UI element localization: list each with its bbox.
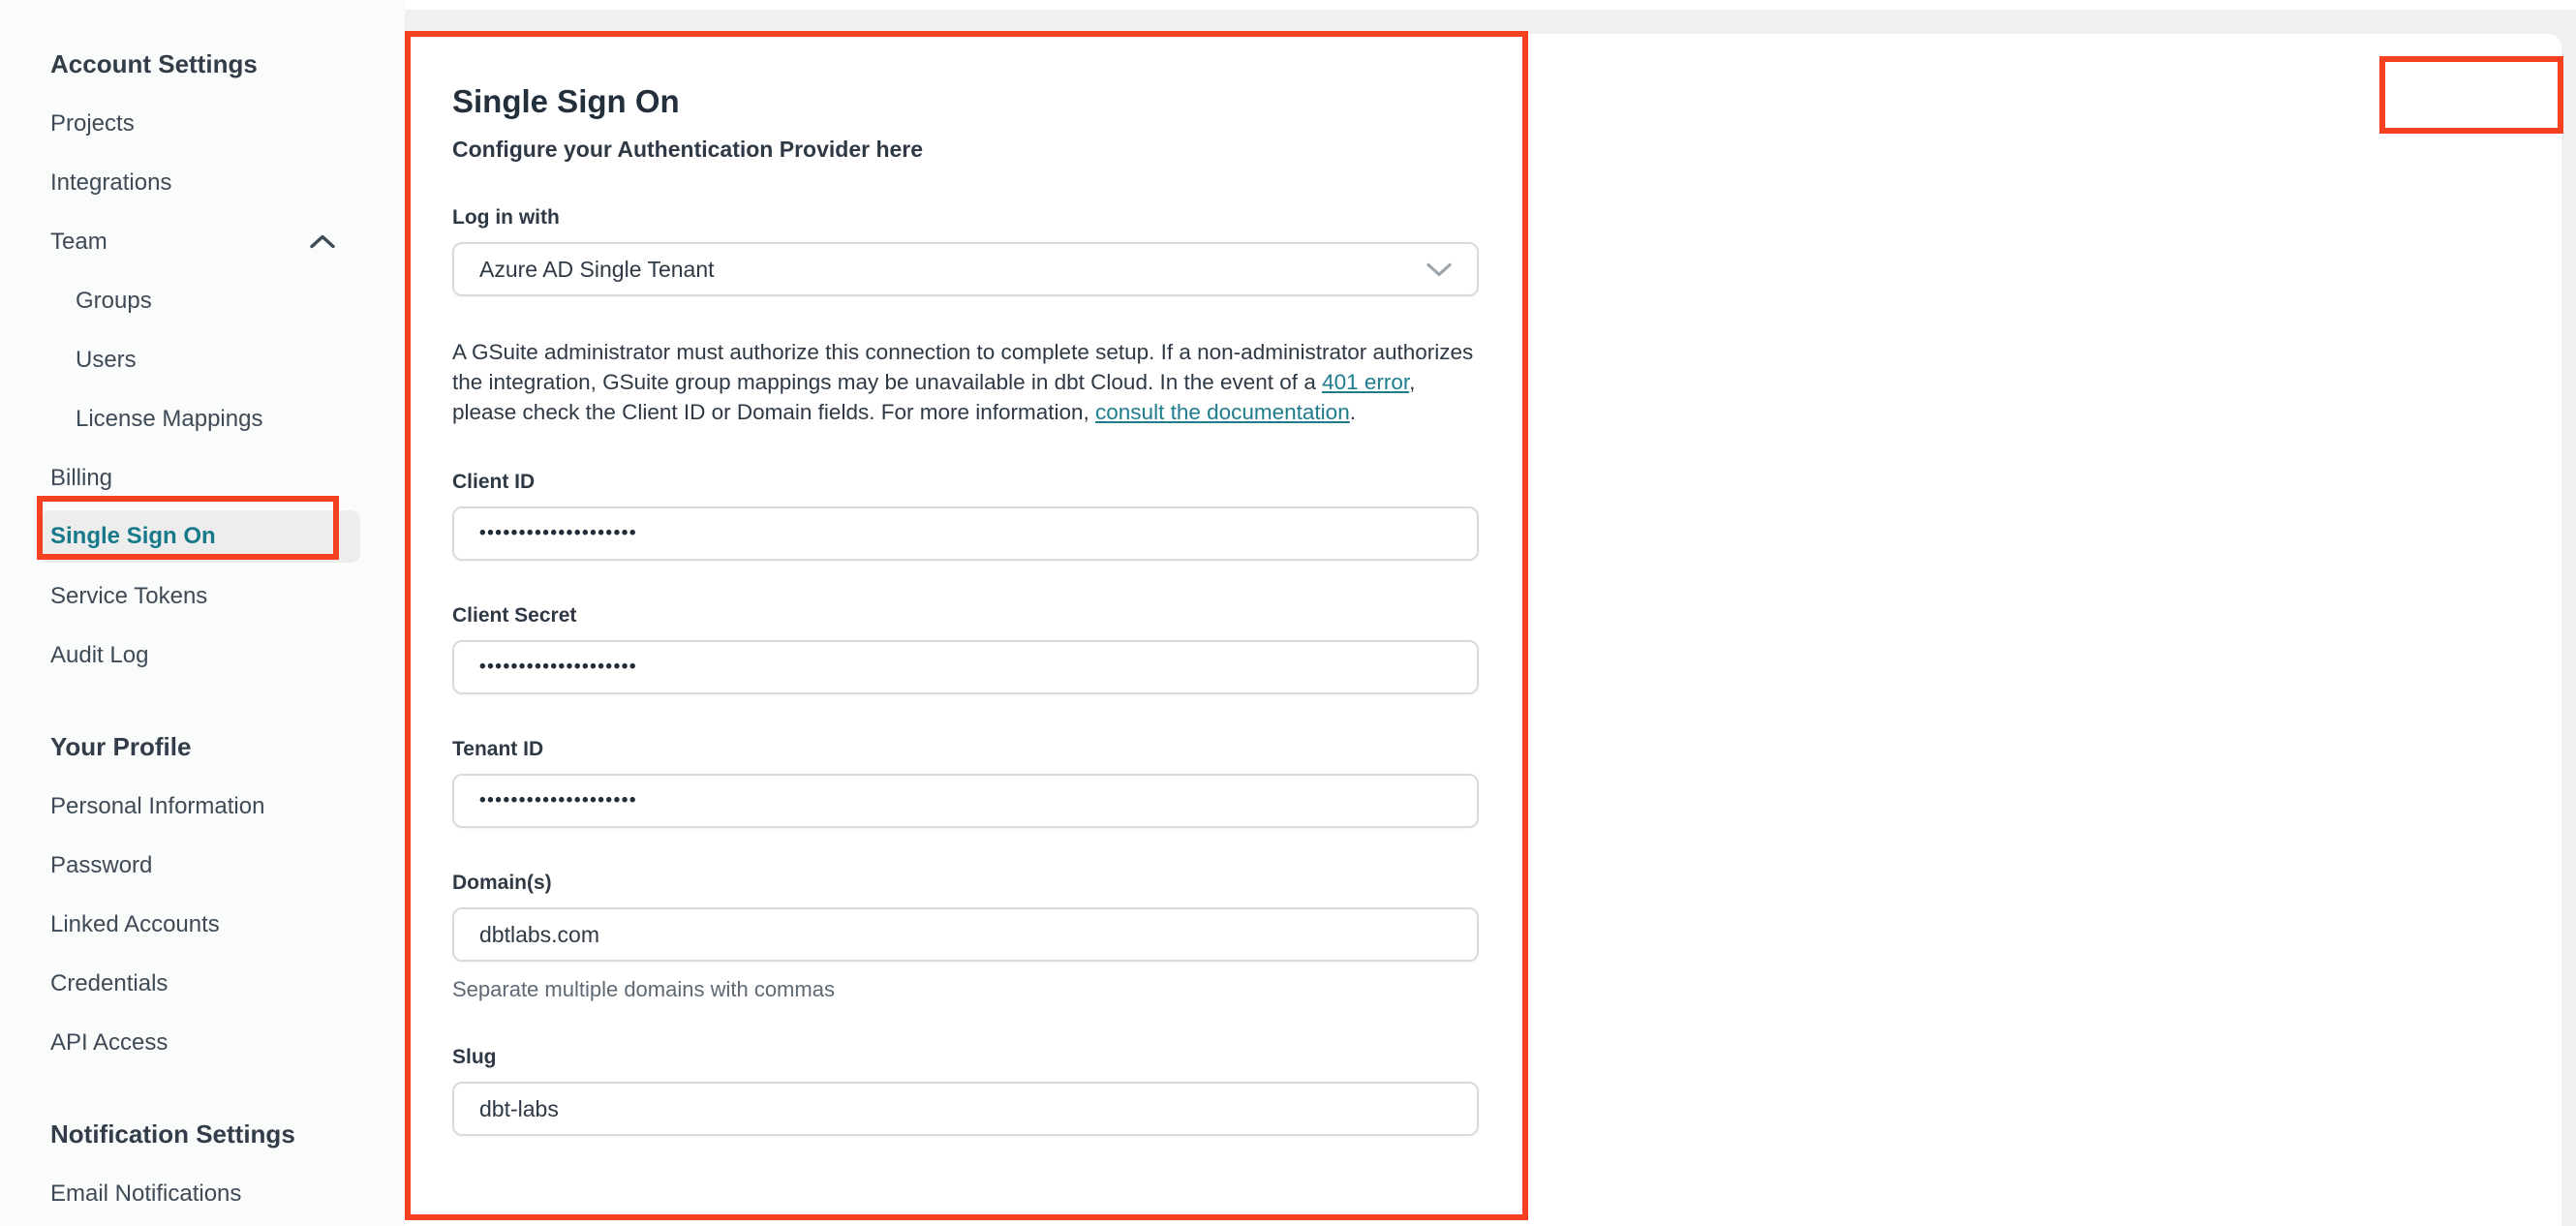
client-id-input[interactable]: •••••••••••••••••••• bbox=[452, 506, 1479, 561]
chevron-down-icon bbox=[1426, 262, 1452, 277]
login-with-select[interactable]: Azure AD Single Tenant bbox=[452, 242, 1479, 296]
sidebar-item-credentials[interactable]: Credentials bbox=[0, 954, 405, 1013]
client-id-value: •••••••••••••••••••• bbox=[479, 523, 638, 543]
slug-value: dbt-labs bbox=[479, 1095, 559, 1121]
settings-sidebar: Account Settings Projects Integrations Team… bbox=[0, 0, 405, 1226]
main-card: ✕ Cancel Save Single Sign On Configure y… bbox=[405, 34, 2561, 1226]
domains-helper-text: Separate multiple domains with commas bbox=[452, 977, 835, 1001]
sidebar-item-label: Audit Log bbox=[50, 641, 149, 668]
sidebar-item-label: Projects bbox=[50, 109, 135, 137]
link-consult-documentation[interactable]: consult the documentation bbox=[1095, 400, 1350, 424]
client-secret-label: Client Secret bbox=[452, 604, 577, 627]
sidebar-item-label: Credentials bbox=[50, 969, 169, 996]
sidebar-item-label: Personal Information bbox=[50, 792, 265, 819]
sidebar-section-your-profile: Your Profile bbox=[50, 732, 192, 761]
page-subtitle: Configure your Authentication Provider h… bbox=[452, 137, 924, 162]
sidebar-item-label: Email Notifications bbox=[50, 1180, 242, 1207]
sidebar-item-label: Service Tokens bbox=[50, 582, 208, 609]
slug-input[interactable]: dbt-labs bbox=[452, 1082, 1479, 1136]
client-secret-value: •••••••••••••••••••• bbox=[479, 657, 638, 677]
client-secret-input[interactable]: •••••••••••••••••••• bbox=[452, 640, 1479, 694]
sidebar-item-label: Groups bbox=[76, 287, 152, 314]
sidebar-item-label: API Access bbox=[50, 1028, 169, 1056]
sidebar-item-integrations[interactable]: Integrations bbox=[0, 153, 405, 212]
login-with-label: Log in with bbox=[452, 206, 560, 229]
tenant-id-value: •••••••••••••••••••• bbox=[479, 790, 638, 811]
sidebar-item-label: Integrations bbox=[50, 169, 172, 196]
sidebar-item-label: Team bbox=[50, 228, 107, 255]
sidebar-item-billing[interactable]: Billing bbox=[0, 448, 405, 507]
client-id-label: Client ID bbox=[452, 471, 536, 493]
sidebar-item-users[interactable]: Users bbox=[0, 330, 405, 389]
info-text: A GSuite administrator must authorize th… bbox=[452, 337, 1481, 427]
tenant-id-label: Tenant ID bbox=[452, 738, 544, 760]
sidebar-item-linked-accounts[interactable]: Linked Accounts bbox=[0, 895, 405, 954]
sidebar-section-account-settings: Account Settings bbox=[50, 49, 258, 78]
login-with-value: Azure AD Single Tenant bbox=[479, 256, 715, 282]
sidebar-item-license-mappings[interactable]: License Mappings bbox=[0, 389, 405, 448]
sidebar-item-api-access[interactable]: API Access bbox=[0, 1013, 405, 1072]
sidebar-item-label: Password bbox=[50, 851, 153, 878]
sidebar-item-single-sign-on[interactable]: Single Sign On bbox=[41, 510, 360, 563]
sidebar-item-password[interactable]: Password bbox=[0, 836, 405, 895]
sidebar-item-email-notifications[interactable]: Email Notifications bbox=[0, 1164, 405, 1223]
domains-label: Domain(s) bbox=[452, 872, 552, 894]
link-401-error[interactable]: 401 error bbox=[1322, 370, 1409, 394]
chevron-up-icon bbox=[310, 234, 335, 249]
sidebar-item-personal-information[interactable]: Personal Information bbox=[0, 777, 405, 836]
info-text-part: . bbox=[1349, 400, 1356, 424]
sidebar-item-label: License Mappings bbox=[76, 405, 263, 432]
tenant-id-input[interactable]: •••••••••••••••••••• bbox=[452, 774, 1479, 828]
app-root: Account Settings Projects Integrations Team… bbox=[0, 0, 2576, 1226]
sidebar-item-label: Billing bbox=[50, 464, 113, 491]
sidebar-item-label: Users bbox=[76, 346, 137, 373]
domains-group: Domain(s) dbtlabs.com Separate multiple … bbox=[452, 872, 1479, 1002]
tenant-id-group: Tenant ID •••••••••••••••••••• bbox=[452, 738, 1479, 828]
client-secret-group: Client Secret •••••••••••••••••••• bbox=[452, 604, 1479, 694]
sidebar-section-notification-settings: Notification Settings bbox=[50, 1119, 295, 1149]
top-strip bbox=[405, 0, 2576, 10]
sidebar-item-groups[interactable]: Groups bbox=[0, 271, 405, 330]
page-title: Single Sign On bbox=[452, 83, 680, 119]
sidebar-item-service-tokens[interactable]: Service Tokens bbox=[0, 567, 405, 626]
sidebar-item-label: Linked Accounts bbox=[50, 910, 220, 937]
info-text-part: A GSuite administrator must authorize th… bbox=[452, 340, 1474, 394]
sidebar-item-label: Single Sign On bbox=[50, 523, 216, 549]
sidebar-item-projects[interactable]: Projects bbox=[0, 94, 405, 153]
sidebar-item-audit-log[interactable]: Audit Log bbox=[0, 626, 405, 685]
client-id-group: Client ID •••••••••••••••••••• bbox=[452, 471, 1479, 561]
domains-input[interactable]: dbtlabs.com bbox=[452, 907, 1479, 962]
sidebar-item-team[interactable]: Team bbox=[0, 212, 405, 271]
slug-label: Slug bbox=[452, 1046, 497, 1068]
domains-value: dbtlabs.com bbox=[479, 921, 600, 947]
slug-group: Slug dbt-labs bbox=[452, 1046, 1479, 1136]
login-with-group: Log in with Azure AD Single Tenant bbox=[452, 206, 1479, 296]
